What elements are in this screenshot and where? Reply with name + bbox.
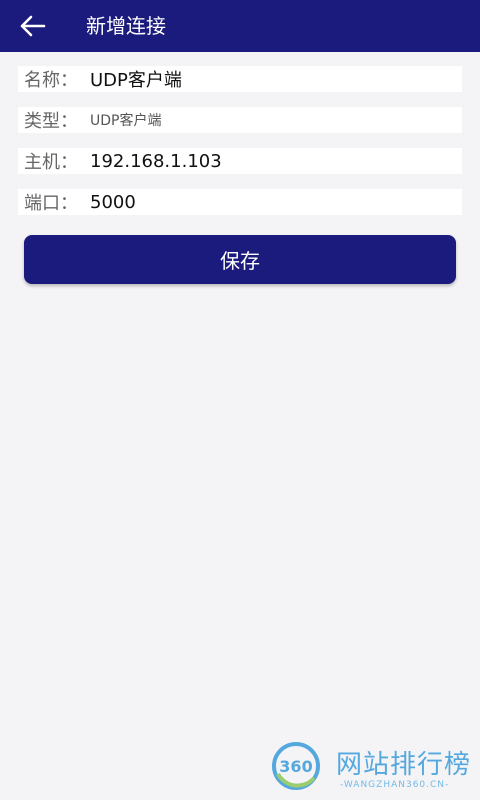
- logo-text: 360: [279, 757, 312, 776]
- save-button[interactable]: 保存: [24, 235, 456, 284]
- page-title: 新增连接: [86, 14, 166, 38]
- port-label: 端口：: [24, 193, 78, 214]
- type-row: 类型： UDP客户端: [18, 107, 462, 133]
- port-input[interactable]: 5000: [90, 192, 462, 213]
- type-select[interactable]: UDP客户端: [90, 110, 462, 130]
- watermark-url: -WANGZHAN360.CN-: [340, 780, 450, 790]
- host-input[interactable]: 192.168.1.103: [90, 151, 462, 172]
- connection-form: 名称： UDP客户端 类型： UDP客户端 主机： 192.168.1.103 …: [18, 66, 462, 230]
- type-label: 类型：: [24, 111, 78, 132]
- back-button[interactable]: [16, 10, 48, 42]
- name-label: 名称：: [24, 70, 78, 91]
- 360-logo-icon: 360: [272, 742, 320, 790]
- port-row: 端口： 5000: [18, 189, 462, 215]
- app-bar: 新增连接: [0, 0, 480, 52]
- host-label: 主机：: [24, 152, 78, 173]
- name-input[interactable]: UDP客户端: [90, 66, 462, 92]
- watermark-name: 网站排行榜: [336, 750, 472, 780]
- watermark: 360 网站排行榜 -WANGZHAN360.CN-: [270, 738, 475, 796]
- name-row: 名称： UDP客户端: [18, 66, 462, 92]
- host-row: 主机： 192.168.1.103: [18, 148, 462, 174]
- arrow-left-icon: [20, 15, 46, 37]
